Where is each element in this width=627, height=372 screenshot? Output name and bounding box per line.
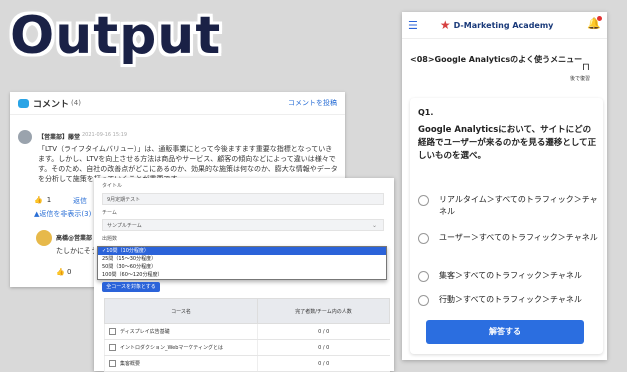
option-label: リアルタイム＞すべてのトラフィック＞チャネル	[439, 195, 598, 216]
title-field[interactable]: 9月定期テスト	[102, 193, 384, 205]
avatar	[18, 130, 32, 144]
row-checkbox[interactable]	[109, 344, 116, 351]
comment-bubble-icon	[18, 98, 29, 108]
answer-option[interactable]: 行動＞すべてのトラフィック＞チャネル	[418, 294, 598, 306]
radio-button[interactable]	[418, 195, 429, 206]
test-settings-panel: タイトル 9月定期テスト チーム サンプルチーム ⌄ 出題数 ✓10問（10分程…	[94, 178, 394, 372]
comment-author: 高橋@営業部	[56, 235, 93, 242]
column-header: コース名	[104, 298, 258, 324]
lesson-heading: <08>Google Analyticsのよく使うメニュー	[410, 55, 583, 64]
comment-author: 【営業部】藤堂	[38, 134, 81, 141]
output-heading: Output	[10, 6, 222, 66]
table-row: イントロダクション_Webマーケティングとは 0 / 0	[104, 339, 390, 356]
thumbs-up-icon: 👍	[34, 196, 43, 204]
row-checkbox[interactable]	[109, 328, 116, 335]
hamburger-menu-icon[interactable]: ☰	[408, 19, 418, 32]
question-text: Google Analyticsにおいて、サイトにどの経路でユーザーが来るのかを…	[418, 125, 597, 161]
like-count: 0	[66, 268, 72, 276]
reply-link[interactable]: 返信	[73, 196, 87, 206]
like-count: 1	[46, 196, 52, 204]
title-label: タイトル	[102, 183, 123, 189]
team-select[interactable]: サンプルチーム ⌄	[102, 219, 384, 231]
course-table: コース名 完了者数/チーム内の人数 ディスプレイ広告基礎 0 / 0 イントロダ…	[104, 298, 390, 372]
comment-header: コメント (4) コメントを投稿	[10, 92, 345, 115]
dropdown-option[interactable]: 50問（30～60分程度）	[98, 263, 386, 271]
table-row: ディスプレイ広告基礎 0 / 0	[104, 323, 390, 340]
row-checkbox[interactable]	[109, 360, 116, 367]
dropdown-option[interactable]: 100問（60～120分程度）	[98, 271, 386, 279]
completion-ratio: 0 / 0	[257, 339, 390, 356]
notification-badge	[597, 16, 602, 21]
comment-date: 2021-09-16 15:19	[82, 132, 128, 138]
submit-answer-button[interactable]: 解答する	[426, 320, 584, 344]
option-label: 行動＞すべてのトラフィック＞チャネル	[439, 295, 582, 304]
like-button[interactable]: 👍 1	[34, 196, 51, 204]
radio-button[interactable]	[418, 271, 429, 282]
like-button[interactable]: 👍 0	[56, 268, 71, 276]
option-label: ユーザー＞すべてのトラフィック＞チャネル	[439, 233, 598, 242]
option-label: 集客＞すべてのトラフィック＞チャネル	[439, 271, 582, 280]
logo-star-icon: ★	[439, 18, 451, 32]
question-number: Q1.	[418, 108, 434, 117]
team-label: チーム	[102, 210, 117, 216]
all-courses-button[interactable]: 全コースを対象とする	[102, 282, 160, 292]
completion-ratio: 0 / 0	[257, 355, 390, 372]
completion-ratio: 0 / 0	[257, 323, 390, 340]
comment-count: (4)	[71, 99, 81, 107]
radio-button[interactable]	[418, 233, 429, 244]
hide-replies-link[interactable]: ▲返信を非表示(3)	[34, 209, 91, 219]
answer-option[interactable]: ユーザー＞すべてのトラフィック＞チャネル	[418, 232, 598, 244]
dropdown-option[interactable]: 25問（15～30分程度）	[98, 255, 386, 263]
bookmark-icon[interactable]: ⊓	[582, 62, 590, 73]
answer-option[interactable]: 集客＞すべてのトラフィック＞チャネル	[418, 270, 598, 282]
team-select-value: サンプルチーム	[107, 223, 142, 229]
question-count-dropdown[interactable]: ✓10問（10分程度） 25問（15～30分程度） 50問（30～60分程度） …	[97, 246, 387, 280]
course-name: イントロダクション_Webマーケティングとは	[120, 345, 224, 351]
thumbs-up-icon: 👍	[56, 268, 65, 276]
dropdown-option[interactable]: ✓10問（10分程度）	[98, 247, 386, 255]
post-comment-link[interactable]: コメントを投稿	[288, 98, 337, 108]
comment-body: たしかにそう	[56, 247, 98, 255]
comment-title: コメント	[33, 99, 70, 110]
radio-button[interactable]	[418, 295, 429, 306]
question-card: Q1. Google Analyticsにおいて、サイトにどの経路でユーザーが来…	[410, 98, 603, 354]
mobile-quiz-screen: ☰ ★ D-Marketing Academy 🔔 <08>Google Ana…	[402, 12, 607, 360]
review-later-label[interactable]: 後で復習	[570, 75, 590, 82]
avatar	[36, 230, 52, 246]
answer-option[interactable]: リアルタイム＞すべてのトラフィック＞チャネル	[418, 194, 598, 218]
course-name: ディスプレイ広告基礎	[120, 329, 170, 335]
brand-name: D-Marketing Academy	[453, 20, 554, 30]
column-header: 完了者数/チーム内の人数	[257, 298, 390, 324]
course-name: 集客概要	[120, 361, 141, 367]
table-row: 集客概要 0 / 0	[104, 355, 390, 372]
chevron-down-icon: ⌄	[371, 222, 377, 229]
questions-label: 出題数	[102, 236, 118, 242]
top-bar: ☰ ★ D-Marketing Academy 🔔	[402, 12, 607, 39]
